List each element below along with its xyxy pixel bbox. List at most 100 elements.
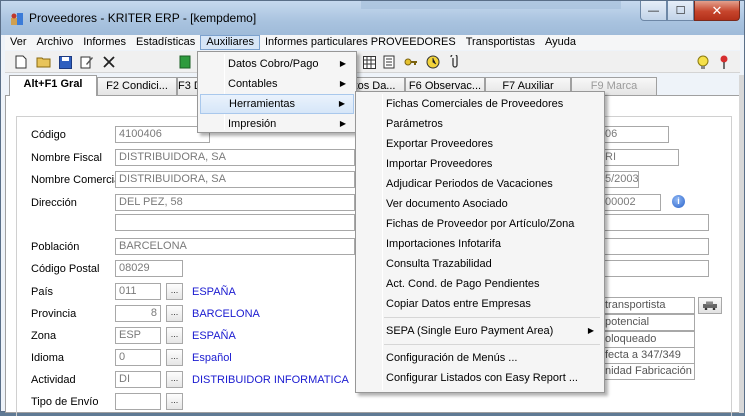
delete-icon[interactable] bbox=[101, 54, 117, 70]
zona-lookup-button[interactable]: ... bbox=[166, 327, 183, 344]
pais-lookup-button[interactable]: ... bbox=[166, 283, 183, 300]
menu-archivo[interactable]: Archivo bbox=[32, 35, 79, 50]
codigo-postal-label: Código Postal bbox=[31, 263, 100, 275]
menu-ayuda[interactable]: Ayuda bbox=[540, 35, 581, 50]
menu-parametros[interactable]: Parámetros bbox=[358, 114, 602, 134]
bloqueado-check[interactable]: oloqueado bbox=[601, 331, 695, 348]
menu-impresion[interactable]: Impresión ▶ bbox=[200, 114, 354, 134]
close-button[interactable]: ✕ bbox=[694, 1, 740, 21]
menu-copiar-datos-empresas[interactable]: Copiar Datos entre Empresas bbox=[358, 294, 602, 314]
submenu-arrow-icon: ▶ bbox=[339, 119, 346, 128]
lightbulb-icon[interactable] bbox=[695, 54, 711, 70]
submenu-arrow-icon: ▶ bbox=[339, 59, 346, 68]
grid-icon[interactable] bbox=[361, 54, 377, 70]
menu-exportar-proveedores[interactable]: Exportar Proveedores bbox=[358, 134, 602, 154]
menu-importar-proveedores[interactable]: Importar Proveedores bbox=[358, 154, 602, 174]
right-field-4[interactable]: 00002 bbox=[601, 194, 661, 211]
submenu-arrow-icon: ▶ bbox=[339, 79, 346, 88]
minimize-button[interactable]: — bbox=[640, 1, 667, 21]
right-field-3[interactable]: 5/2003 bbox=[601, 171, 639, 188]
menu-auxiliares[interactable]: Auxiliares bbox=[200, 35, 260, 50]
actividad-name-link[interactable]: DISTRIBUIDOR INFORMATICA bbox=[192, 374, 349, 386]
right-field-1[interactable]: 06 bbox=[601, 126, 669, 143]
direccion-field[interactable]: DEL PEZ, 58 bbox=[115, 194, 355, 211]
maximize-button[interactable]: ☐ bbox=[667, 1, 694, 21]
info-icon[interactable]: i bbox=[672, 195, 685, 208]
app-logo-icon bbox=[11, 13, 23, 25]
attach-icon[interactable] bbox=[447, 54, 463, 70]
nombre-comercial-field[interactable]: DISTRIBUIDORA, SA bbox=[115, 171, 355, 188]
car-icon bbox=[703, 301, 717, 310]
codigo-postal-field[interactable]: 08029 bbox=[115, 260, 183, 277]
app-window: Proveedores - KRITER ERP - [kempdemo] — … bbox=[0, 0, 745, 416]
right-field-5[interactable] bbox=[601, 214, 709, 231]
document-icon[interactable] bbox=[381, 54, 397, 70]
truck-button[interactable] bbox=[698, 297, 722, 314]
right-edge-scroll[interactable] bbox=[739, 75, 744, 413]
nombre-fiscal-label: Nombre Fiscal bbox=[31, 152, 102, 164]
pais-name-link[interactable]: ESPAÑA bbox=[192, 286, 236, 298]
poblacion-field[interactable]: BARCELONA bbox=[115, 238, 355, 255]
menu-ver-documento[interactable]: Ver documento Asociado bbox=[358, 194, 602, 214]
menu-ver[interactable]: Ver bbox=[5, 35, 32, 50]
schedule-icon[interactable] bbox=[425, 54, 441, 70]
actividad-code-field[interactable]: DI bbox=[115, 371, 161, 388]
menu-informes-particulares[interactable]: Informes particulares PROVEEDORES bbox=[260, 35, 461, 50]
right-field-2[interactable]: RI bbox=[601, 149, 679, 166]
direccion-label: Dirección bbox=[31, 197, 77, 209]
idioma-lookup-button[interactable]: ... bbox=[166, 349, 183, 366]
pais-code-field[interactable]: 011 bbox=[115, 283, 161, 300]
provincia-name-link[interactable]: BARCELONA bbox=[192, 308, 260, 320]
menu-transportistas[interactable]: Transportistas bbox=[461, 35, 540, 50]
actividad-label: Actividad bbox=[31, 374, 76, 386]
menu-act-cond-pago[interactable]: Act. Cond. de Pago Pendientes bbox=[358, 274, 602, 294]
unidad-fabricacion-check[interactable]: nidad Fabricación bbox=[601, 363, 695, 380]
actividad-lookup-button[interactable]: ... bbox=[166, 371, 183, 388]
menu-item-label: Herramientas bbox=[229, 98, 296, 110]
menu-configurar-easy-report[interactable]: Configurar Listados con Easy Report ... bbox=[358, 368, 602, 388]
idioma-name-link[interactable]: Español bbox=[192, 352, 232, 364]
green-book-icon[interactable] bbox=[177, 54, 193, 70]
menu-adjudicar-vacaciones[interactable]: Adjudicar Periodos de Vacaciones bbox=[358, 174, 602, 194]
open-folder-icon[interactable] bbox=[35, 54, 51, 70]
menu-informes[interactable]: Informes bbox=[78, 35, 131, 50]
zona-name-link[interactable]: ESPAÑA bbox=[192, 330, 236, 342]
zona-code-field[interactable]: ESP bbox=[115, 327, 161, 344]
menu-sepa[interactable]: SEPA (Single Euro Payment Area) ▶ bbox=[358, 321, 602, 341]
codigo-field[interactable]: 4100406 bbox=[115, 126, 210, 143]
provincia-code-field[interactable]: 8 bbox=[115, 305, 161, 322]
tab-general[interactable]: Alt+F1 Gral bbox=[9, 75, 97, 96]
provincia-lookup-button[interactable]: ... bbox=[166, 305, 183, 322]
menu-consulta-trazabilidad[interactable]: Consulta Trazabilidad bbox=[358, 254, 602, 274]
menu-separator bbox=[384, 317, 600, 318]
pin-icon[interactable] bbox=[716, 54, 732, 70]
menu-configuracion-menus[interactable]: Configuración de Menús ... bbox=[358, 348, 602, 368]
auxiliares-menu: Datos Cobro/Pago ▶ Contables ▶ Herramienta… bbox=[197, 51, 357, 133]
right-field-6[interactable] bbox=[601, 238, 709, 255]
save-icon[interactable] bbox=[57, 54, 73, 70]
menu-estadisticas[interactable]: Estadísticas bbox=[131, 35, 200, 50]
title-bar[interactable]: Proveedores - KRITER ERP - [kempdemo] — … bbox=[1, 1, 744, 35]
potencial-check[interactable]: potencial bbox=[601, 314, 695, 331]
tipo-envio-field[interactable] bbox=[115, 393, 161, 410]
right-field-7[interactable] bbox=[601, 260, 709, 277]
new-doc-icon[interactable] bbox=[13, 54, 29, 70]
menu-datos-cobro-pago[interactable]: Datos Cobro/Pago ▶ bbox=[200, 54, 354, 74]
key-icon[interactable] bbox=[403, 54, 419, 70]
pais-label: País bbox=[31, 286, 54, 298]
afecta-347-check[interactable]: fecta a 347/349 bbox=[601, 347, 695, 364]
menu-herramientas[interactable]: Herramientas ▶ bbox=[200, 94, 354, 114]
idioma-code-field[interactable]: 0 bbox=[115, 349, 161, 366]
poblacion-label: Población bbox=[31, 241, 80, 253]
menu-importaciones-infotarifa[interactable]: Importaciones Infotarifa bbox=[358, 234, 602, 254]
transportista-check[interactable]: transportista bbox=[601, 297, 695, 314]
tab-condiciones[interactable]: F2 Condici... bbox=[97, 77, 177, 95]
edit-icon[interactable] bbox=[79, 54, 95, 70]
menu-fichas-articulo-zona[interactable]: Fichas de Proveedor por Artículo/Zona bbox=[358, 214, 602, 234]
tipo-envio-lookup-button[interactable]: ... bbox=[166, 393, 183, 410]
menu-fichas-comerciales[interactable]: Fichas Comerciales de Proveedores bbox=[358, 94, 602, 114]
nombre-fiscal-field[interactable]: DISTRIBUIDORA, SA bbox=[115, 149, 355, 166]
menu-item-label: Datos Cobro/Pago bbox=[228, 58, 319, 70]
direccion-line2-field[interactable] bbox=[115, 214, 355, 231]
menu-contables[interactable]: Contables ▶ bbox=[200, 74, 354, 94]
